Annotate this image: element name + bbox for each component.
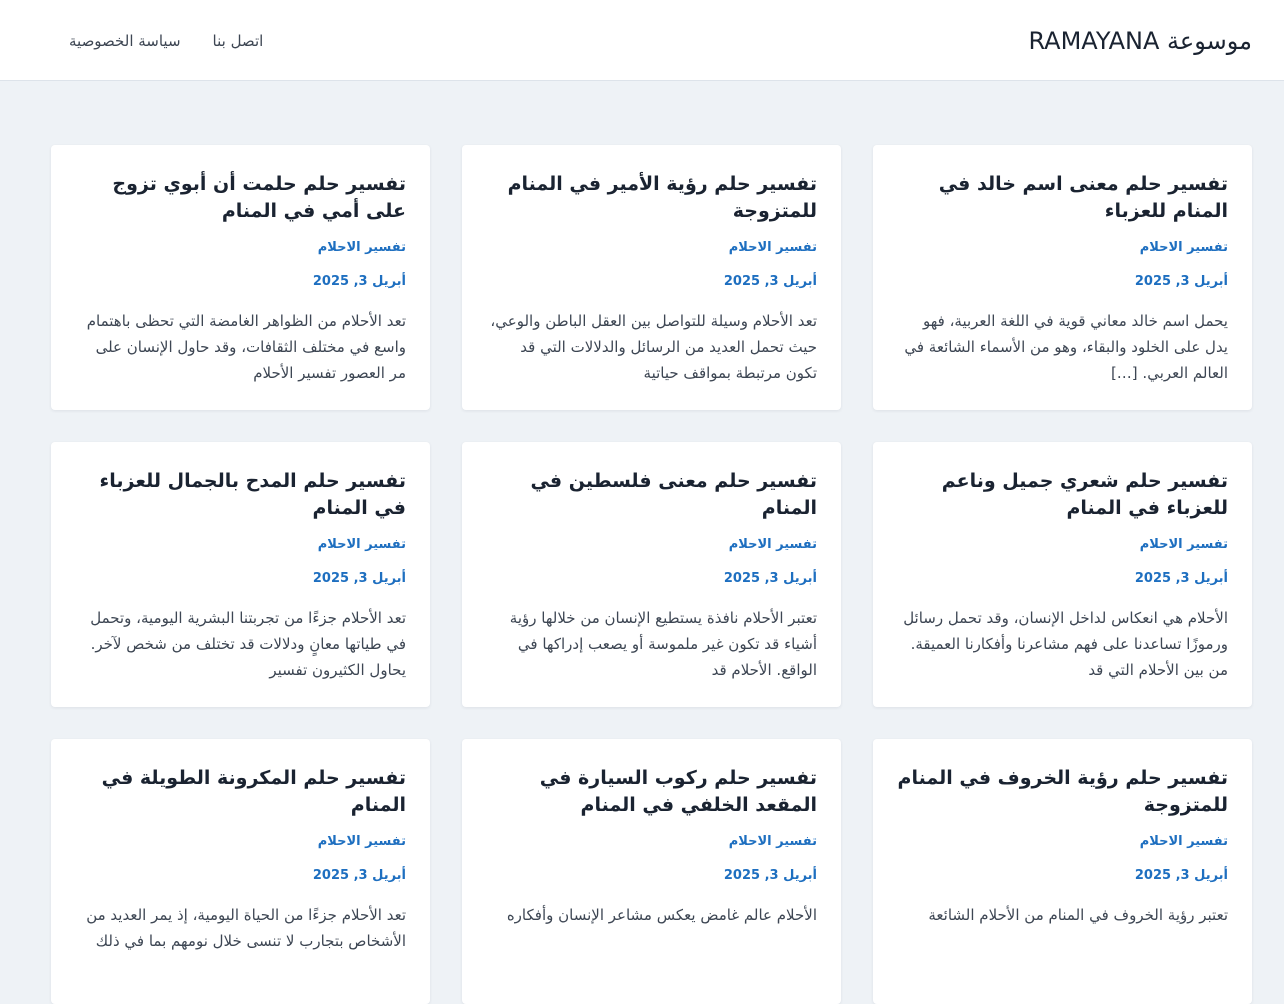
post-title-link[interactable]: تفسير حلم معنى فلسطين في المنام: [486, 468, 817, 522]
post-excerpt: تعتبر رؤية الخروف في المنام من الأحلام ا…: [928, 906, 1228, 924]
post-card: تفسير حلم معنى اسم خالد في المنام للعزبا…: [873, 145, 1252, 410]
post-date: أبريل 3, 2025: [1134, 274, 1228, 289]
post-excerpt: يحمل اسم خالد معاني قوية في اللغة العربي…: [904, 312, 1228, 382]
post-excerpt: تعد الأحلام جزءًا من الحياة اليومية، إذ …: [86, 906, 406, 950]
post-card: تفسير حلم حلمت أن أبوي تزوج على أمي في ا…: [51, 145, 430, 410]
post-date: أبريل 3, 2025: [723, 274, 817, 289]
main-nav: سياسة الخصوصية اتصل بنا: [69, 30, 263, 52]
post-title-link[interactable]: تفسير حلم رؤية الأمير في المنام للمتزوجة: [486, 171, 817, 225]
nav-link-contact-us[interactable]: اتصل بنا: [213, 30, 264, 52]
post-card: تفسير حلم رؤية الخروف في المنام للمتزوجة…: [873, 739, 1252, 1004]
post-title-link[interactable]: تفسير حلم حلمت أن أبوي تزوج على أمي في ا…: [75, 171, 406, 225]
post-card: تفسير حلم المدح بالجمال للعزباء في المنا…: [51, 442, 430, 707]
post-category-link[interactable]: تفسير الاحلام: [486, 535, 817, 555]
posts-grid: تفسير حلم معنى اسم خالد في المنام للعزبا…: [51, 145, 1252, 1004]
post-card: تفسير حلم معنى فلسطين في المنام تفسير ال…: [462, 442, 841, 707]
post-date: أبريل 3, 2025: [1134, 868, 1228, 883]
post-card: تفسير حلم رؤية الأمير في المنام للمتزوجة…: [462, 145, 841, 410]
post-category-link[interactable]: تفسير الاحلام: [75, 535, 406, 555]
post-category-link[interactable]: تفسير الاحلام: [486, 832, 817, 852]
post-date: أبريل 3, 2025: [1134, 571, 1228, 586]
post-date: أبريل 3, 2025: [312, 274, 406, 289]
site-header: موسوعة RAMAYANA سياسة الخصوصية اتصل بنا: [0, 0, 1284, 81]
post-date: أبريل 3, 2025: [312, 571, 406, 586]
post-title-link[interactable]: تفسير حلم رؤية الخروف في المنام للمتزوجة: [897, 765, 1228, 819]
post-category-link[interactable]: تفسير الاحلام: [897, 832, 1228, 852]
post-category-link[interactable]: تفسير الاحلام: [75, 238, 406, 258]
site-title-link[interactable]: موسوعة RAMAYANA: [1028, 25, 1252, 57]
post-excerpt: تعتبر الأحلام نافذة يستطيع الإنسان من خل…: [509, 609, 817, 679]
post-category-link[interactable]: تفسير الاحلام: [897, 238, 1228, 258]
post-date: أبريل 3, 2025: [723, 571, 817, 586]
post-excerpt: تعد الأحلام جزءًا من تجربتنا البشرية الي…: [90, 609, 406, 679]
post-card: تفسير حلم شعري جميل وناعم للعزباء في الم…: [873, 442, 1252, 707]
post-title-link[interactable]: تفسير حلم ركوب السيارة في المقعد الخلفي …: [486, 765, 817, 819]
post-title-link[interactable]: تفسير حلم شعري جميل وناعم للعزباء في الم…: [897, 468, 1228, 522]
post-excerpt: الأحلام عالم غامض يعكس مشاعر الإنسان وأف…: [506, 906, 817, 924]
post-date: أبريل 3, 2025: [723, 868, 817, 883]
post-title-link[interactable]: تفسير حلم معنى اسم خالد في المنام للعزبا…: [897, 171, 1228, 225]
post-card: تفسير حلم ركوب السيارة في المقعد الخلفي …: [462, 739, 841, 1004]
post-date: أبريل 3, 2025: [312, 868, 406, 883]
post-title-link[interactable]: تفسير حلم المدح بالجمال للعزباء في المنا…: [75, 468, 406, 522]
nav-link-privacy-policy[interactable]: سياسة الخصوصية: [69, 30, 181, 52]
post-title-link[interactable]: تفسير حلم المكرونة الطويلة في المنام: [75, 765, 406, 819]
post-excerpt: الأحلام هي انعكاس لداخل الإنسان، وقد تحم…: [903, 609, 1228, 679]
post-category-link[interactable]: تفسير الاحلام: [897, 535, 1228, 555]
post-card: تفسير حلم المكرونة الطويلة في المنام تفس…: [51, 739, 430, 1004]
post-excerpt: تعد الأحلام من الظواهر الغامضة التي تحظى…: [86, 312, 406, 382]
post-excerpt: تعد الأحلام وسيلة للتواصل بين العقل البا…: [490, 312, 817, 382]
post-category-link[interactable]: تفسير الاحلام: [486, 238, 817, 258]
post-category-link[interactable]: تفسير الاحلام: [75, 832, 406, 852]
